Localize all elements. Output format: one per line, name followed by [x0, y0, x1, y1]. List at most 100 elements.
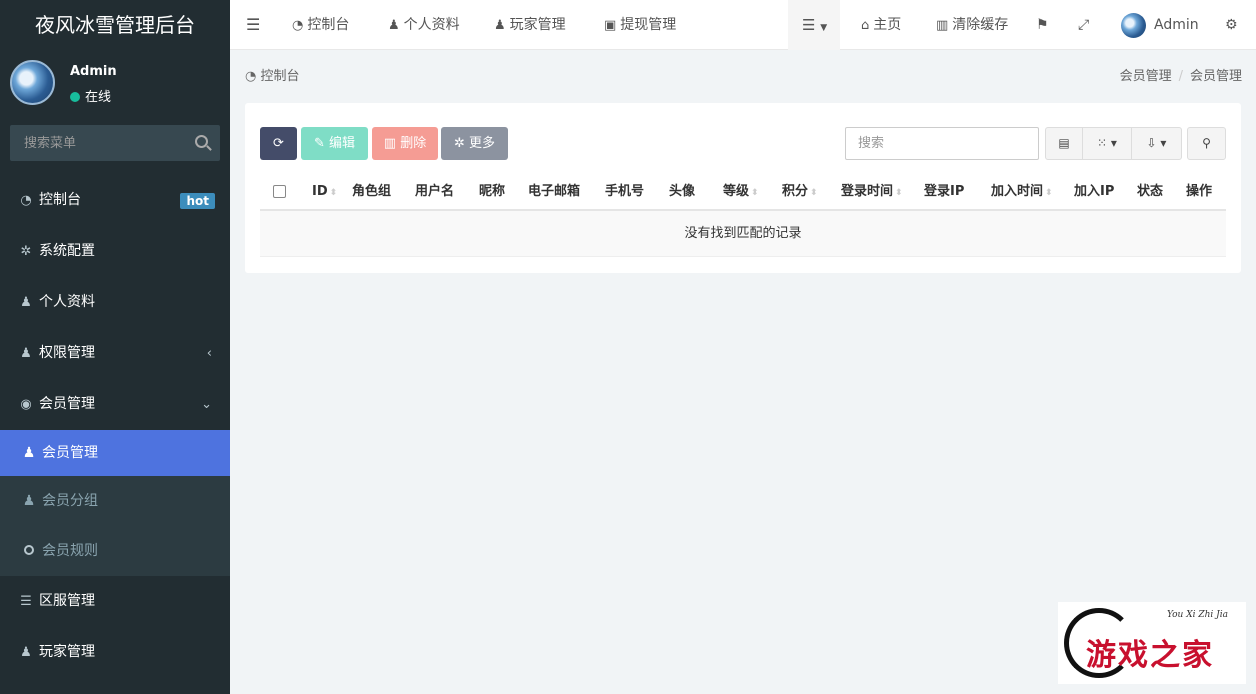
sidebar-item-label: 会员规则: [42, 543, 98, 559]
avatar: [10, 60, 55, 105]
sidebar-item-config[interactable]: ✲ 系统配置: [0, 226, 230, 277]
sidebar-item-member[interactable]: ◉ 会员管理 ⌄: [0, 379, 230, 430]
brand-title[interactable]: 夜风冰雪管理后台: [0, 0, 230, 50]
watermark-logo: You Xi Zhi Jia 游戏之家: [1058, 602, 1246, 684]
sidebar-item-member-list[interactable]: ♟ 会员管理: [0, 430, 230, 476]
columns-button[interactable]: ⁙ ▾: [1082, 127, 1132, 160]
col-level[interactable]: 等级 ⬍: [723, 173, 759, 211]
users-icon: ♟: [20, 645, 32, 660]
user-panel: Admin 在线: [0, 50, 230, 116]
trash-icon: ▥: [383, 136, 401, 151]
tab-label: 玩家管理: [509, 17, 566, 33]
sort-icon: ⬍: [810, 188, 818, 198]
admin-menu[interactable]: Admin: [1121, 0, 1199, 50]
sidebar-item-auth[interactable]: ♟ 权限管理 ‹: [0, 328, 230, 379]
watermark-title: 游戏之家: [1086, 638, 1214, 673]
chevron-down-icon: ⌄: [201, 397, 212, 412]
list-dropdown-icon[interactable]: ☰ ▼: [802, 0, 827, 50]
col-join-ip: 加入IP: [1074, 173, 1114, 211]
sidebar-item-member-group[interactable]: ♟ 会员分组: [0, 476, 230, 526]
sidebar-item-label: 权限管理: [39, 345, 95, 361]
col-label: 角色组: [352, 184, 392, 199]
breadcrumb-item: 会员管理: [1189, 69, 1242, 84]
breadcrumb-item[interactable]: 会员管理: [1120, 69, 1172, 84]
col-phone: 手机号: [605, 173, 644, 211]
trash-icon: ▥: [936, 18, 949, 33]
col-role: 角色组: [352, 173, 391, 211]
toggle-view-button[interactable]: ▤: [1045, 127, 1083, 160]
hamburger-icon[interactable]: ☰: [246, 0, 260, 50]
more-button[interactable]: ✲ 更多: [441, 127, 508, 160]
sidebar-search-input[interactable]: [10, 125, 190, 161]
col-score[interactable]: 积分 ⬍: [782, 173, 818, 211]
users-icon: ♟: [494, 18, 506, 33]
main-panel: ⟳ ✎ 编辑 ▥ 删除 ✲ 更多 ▤ ⁙ ▾ ⇩ ▾ ⚲ ID⬍ 角色组 用户名…: [245, 103, 1241, 273]
search-icon[interactable]: [195, 135, 208, 148]
sidebar-item-label: 区服管理: [39, 593, 95, 609]
col-label: 操作: [1186, 184, 1213, 199]
list-icon: ▤: [1058, 136, 1070, 150]
table-header: ID ⬍ 角色组 用户名 昵称 电子邮箱 手机号 头像 等级 ⬍ 积分 ⬍ 登录时间 ⬍…: [260, 173, 1226, 211]
settings-icon[interactable]: ⚙: [1225, 0, 1238, 50]
home-label: 主页: [873, 17, 902, 33]
money-icon: ▣: [604, 18, 617, 33]
table-search-input[interactable]: [845, 127, 1039, 160]
sidebar-item-server[interactable]: ☰ 区服管理: [0, 576, 230, 627]
col-email: 电子邮箱: [528, 173, 580, 211]
delete-button[interactable]: ▥ 删除: [372, 127, 438, 160]
col-label: 加入IP: [1074, 184, 1115, 199]
col-join-time[interactable]: 加入时间 ⬍: [991, 173, 1053, 211]
more-label: 更多: [469, 136, 496, 151]
page-title: ◔ 控制台: [245, 65, 300, 84]
user-icon: ♟: [20, 295, 32, 310]
col-nickname: 昵称: [479, 173, 505, 211]
delete-label: 删除: [400, 136, 427, 151]
tab-withdraw[interactable]: ▣ 提现管理: [604, 0, 676, 50]
user-name: Admin: [70, 64, 117, 79]
sidebar-item-label: 会员分组: [42, 493, 98, 509]
sidebar-item-member-rule[interactable]: 会员规则: [0, 526, 230, 576]
sidebar-menu: ◔ 控制台 hot ✲ 系统配置 ♟ 个人资料 ♟ 权限管理 ‹ ◉ 会员管理 ⌄ ♟ 会员…: [0, 175, 230, 678]
export-button[interactable]: ⇩ ▾: [1131, 127, 1182, 160]
sidebar-item-label: 玩家管理: [39, 644, 95, 660]
refresh-button[interactable]: ⟳: [260, 127, 297, 160]
sort-icon: ⬍: [751, 188, 759, 198]
tab-profile[interactable]: ♟ 个人资料: [388, 0, 460, 50]
language-icon[interactable]: ⚑: [1036, 0, 1049, 50]
tab-player[interactable]: ♟ 玩家管理: [494, 0, 566, 50]
hot-badge: hot: [180, 193, 215, 209]
sidebar-item-profile[interactable]: ♟ 个人资料: [0, 277, 230, 328]
col-label: 用户名: [415, 184, 455, 199]
select-all-checkbox[interactable]: [273, 185, 286, 198]
fullscreen-icon[interactable]: ⤢: [1078, 0, 1089, 50]
gear-icon: ✲: [20, 244, 32, 259]
clear-cache-link[interactable]: ▥ 清除缓存: [936, 0, 1008, 50]
col-label: 状态: [1137, 184, 1164, 199]
users-icon: ♟: [22, 493, 36, 509]
users-icon: ♟: [20, 346, 32, 361]
tab-label: 提现管理: [620, 17, 677, 33]
breadcrumb: 会员管理 / 会员管理: [1119, 69, 1242, 84]
edit-label: 编辑: [329, 136, 356, 151]
col-login-ip: 登录IP: [924, 173, 964, 211]
home-link[interactable]: ⌂ 主页: [861, 0, 901, 50]
dashboard-icon: ◔: [245, 69, 261, 84]
edit-button[interactable]: ✎ 编辑: [301, 127, 368, 160]
col-login-time[interactable]: 登录时间 ⬍: [841, 173, 903, 211]
dashboard-icon: ◔: [292, 18, 304, 33]
gear-icon: ✲: [453, 136, 469, 151]
tab-dashboard[interactable]: ◔ 控制台: [292, 0, 349, 50]
clear-cache-label: 清除缓存: [952, 17, 1009, 33]
sidebar-item-player[interactable]: ♟ 玩家管理: [0, 627, 230, 678]
col-id[interactable]: ID ⬍: [312, 173, 337, 211]
server-icon: ☰: [20, 594, 32, 609]
page-title-label: 控制台: [260, 69, 300, 84]
advanced-search-button[interactable]: ⚲: [1187, 127, 1226, 160]
sidebar-item-label: 系统配置: [39, 243, 95, 259]
export-icon: ⇩ ▾: [1146, 136, 1167, 150]
watermark-subtitle: You Xi Zhi Jia: [1166, 610, 1228, 620]
col-status: 状态: [1137, 173, 1163, 211]
user-status: 在线: [70, 86, 111, 105]
user-circle-icon: ◉: [20, 397, 32, 412]
sidebar-item-dashboard[interactable]: ◔ 控制台 hot: [0, 175, 230, 226]
